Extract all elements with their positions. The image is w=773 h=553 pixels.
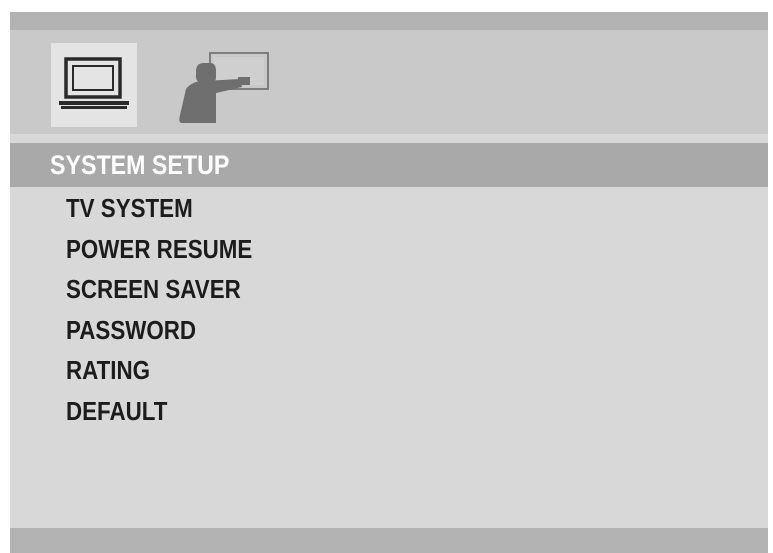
top-border-band xyxy=(10,12,768,30)
menu-item-password[interactable]: PASSWORD xyxy=(66,310,496,351)
menu-item-power-resume[interactable]: POWER RESUME xyxy=(66,229,496,270)
page-title: SYSTEM SETUP xyxy=(50,150,230,180)
menu-item-screen-saver[interactable]: SCREEN SAVER xyxy=(66,269,496,310)
setup-menu-list: TV SYSTEM POWER RESUME SCREEN SAVER PASS… xyxy=(66,188,566,432)
person-at-screen-icon xyxy=(166,43,278,127)
menu-item-rating[interactable]: RATING xyxy=(66,350,496,391)
menu-item-tv-system[interactable]: TV SYSTEM xyxy=(66,188,496,229)
monitor-icon xyxy=(51,43,137,127)
setup-menu-panel: SYSTEM SETUP TV SYSTEM POWER RESUME SCRE… xyxy=(10,12,768,553)
menu-item-default[interactable]: DEFAULT xyxy=(66,391,496,432)
tab-preference-setup[interactable] xyxy=(166,43,278,127)
section-header: SYSTEM SETUP xyxy=(10,143,768,187)
tab-system-setup[interactable] xyxy=(51,43,137,127)
bottom-border-band xyxy=(10,528,768,553)
setup-tab-bar xyxy=(10,30,768,134)
